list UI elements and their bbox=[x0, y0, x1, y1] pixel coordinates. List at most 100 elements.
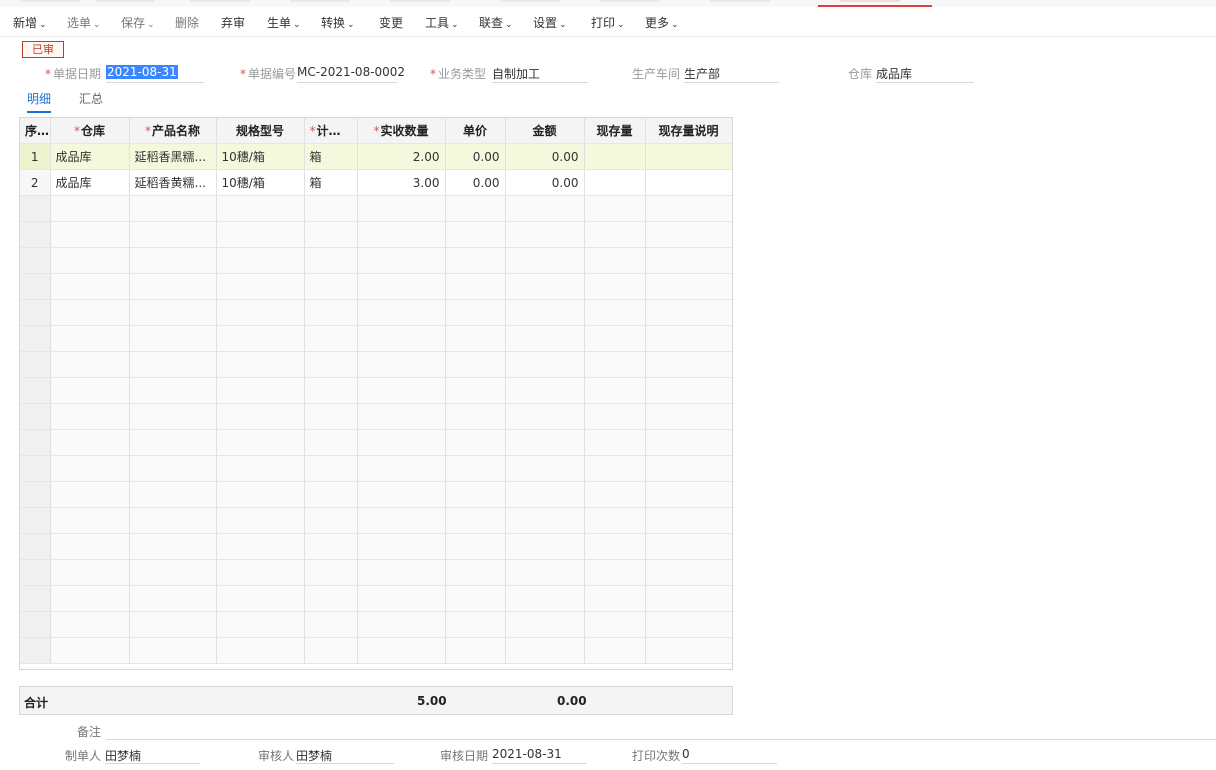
tab-ghost[interactable] bbox=[600, 0, 660, 2]
grid-cell-empty[interactable] bbox=[216, 429, 305, 456]
grid-cell-empty[interactable] bbox=[357, 507, 446, 534]
grid-cell-empty[interactable] bbox=[505, 585, 585, 612]
grid-cell-empty[interactable] bbox=[645, 325, 732, 352]
grid-cell-empty[interactable] bbox=[129, 507, 217, 534]
grid-cell-empty[interactable] bbox=[50, 507, 130, 534]
grid-cell-empty[interactable] bbox=[505, 455, 585, 482]
grid-cell-empty[interactable] bbox=[50, 403, 130, 430]
grid-cell-empty[interactable] bbox=[505, 637, 585, 664]
grid-cell-empty[interactable] bbox=[304, 559, 358, 586]
grid-cell-empty[interactable] bbox=[357, 377, 446, 404]
grid-cell-empty[interactable] bbox=[20, 273, 51, 300]
toolbar-button[interactable]: 选单 ⌄ bbox=[67, 14, 101, 31]
table-row[interactable]: 1 成品库 延稻香黑糯... 10穗/箱箱 2.00 0.00 0.00 bbox=[20, 143, 732, 170]
grid-cell-empty[interactable] bbox=[645, 455, 732, 482]
grid-cell-empty[interactable] bbox=[20, 299, 51, 326]
tab-ghost[interactable] bbox=[500, 0, 560, 2]
grid-cell-empty[interactable] bbox=[445, 195, 506, 222]
grid-cell-empty[interactable] bbox=[505, 429, 585, 456]
grid-cell-empty[interactable] bbox=[304, 377, 358, 404]
grid-cell-empty[interactable] bbox=[216, 221, 305, 248]
grid-cell-empty[interactable] bbox=[50, 533, 130, 560]
grid-cell-empty[interactable] bbox=[216, 403, 305, 430]
grid-cell-empty[interactable] bbox=[445, 377, 506, 404]
doc-no-field[interactable]: * 单据编号 MC-2021-08-0002 bbox=[236, 63, 405, 83]
grid-cell-empty[interactable] bbox=[357, 611, 446, 638]
doc-no-input[interactable]: MC-2021-08-0002 bbox=[297, 65, 405, 79]
grid-cell-empty[interactable] bbox=[357, 247, 446, 274]
grid-cell-empty[interactable] bbox=[20, 533, 51, 560]
grid-cell-empty[interactable] bbox=[505, 377, 585, 404]
grid-cell-empty[interactable] bbox=[645, 559, 732, 586]
grid-cell-empty[interactable] bbox=[129, 429, 217, 456]
empty-row[interactable] bbox=[20, 273, 732, 300]
grid-cell-empty[interactable] bbox=[129, 221, 217, 248]
column-header[interactable]: *仓库 bbox=[50, 118, 130, 144]
grid-cell-empty[interactable] bbox=[216, 637, 305, 664]
grid-cell-empty[interactable] bbox=[445, 221, 506, 248]
grid-cell-empty[interactable] bbox=[304, 429, 358, 456]
empty-row[interactable] bbox=[20, 377, 732, 404]
grid-cell-empty[interactable] bbox=[584, 273, 646, 300]
grid-cell-empty[interactable] bbox=[584, 247, 646, 274]
grid-cell-empty[interactable] bbox=[505, 299, 585, 326]
grid-cell-amount[interactable]: 0.00 bbox=[505, 143, 585, 170]
grid-cell-empty[interactable] bbox=[216, 533, 305, 560]
grid-cell-warehouse[interactable]: 成品库 bbox=[50, 169, 130, 196]
grid-cell-empty[interactable] bbox=[445, 325, 506, 352]
grid-cell-empty[interactable] bbox=[304, 533, 358, 560]
grid-cell-empty[interactable] bbox=[645, 533, 732, 560]
grid-cell-spec[interactable]: 10穗/箱 bbox=[216, 169, 305, 196]
grid-cell-unit[interactable]: 箱 bbox=[304, 143, 358, 170]
grid-cell-empty[interactable] bbox=[505, 325, 585, 352]
grid-cell-empty[interactable] bbox=[216, 611, 305, 638]
grid-cell-empty[interactable] bbox=[304, 351, 358, 378]
grid-cell-empty[interactable] bbox=[645, 273, 732, 300]
grid-cell-empty[interactable] bbox=[20, 611, 51, 638]
grid-cell-empty[interactable] bbox=[50, 429, 130, 456]
grid-cell-empty[interactable] bbox=[50, 585, 130, 612]
toolbar-button[interactable]: 新增 ⌄ bbox=[13, 14, 47, 31]
grid-cell-empty[interactable] bbox=[20, 507, 51, 534]
grid-cell-empty[interactable] bbox=[645, 481, 732, 508]
grid-cell-empty[interactable] bbox=[645, 585, 732, 612]
column-header[interactable]: 现存量说明 bbox=[645, 118, 732, 144]
grid-cell-price[interactable]: 0.00 bbox=[445, 143, 506, 170]
remark-field[interactable]: 备注 bbox=[0, 720, 1216, 740]
grid-cell-warehouse[interactable]: 成品库 bbox=[50, 143, 130, 170]
grid-cell-empty[interactable] bbox=[584, 377, 646, 404]
grid-cell-empty[interactable] bbox=[129, 533, 217, 560]
grid-cell-empty[interactable] bbox=[505, 507, 585, 534]
grid-cell-empty[interactable] bbox=[216, 585, 305, 612]
empty-row[interactable] bbox=[20, 351, 732, 378]
grid-cell-empty[interactable] bbox=[304, 585, 358, 612]
tab-ghost[interactable] bbox=[95, 0, 155, 2]
grid-cell-empty[interactable] bbox=[50, 611, 130, 638]
grid-cell-empty[interactable] bbox=[357, 273, 446, 300]
grid-cell-empty[interactable] bbox=[129, 351, 217, 378]
tab-ghost[interactable] bbox=[710, 0, 770, 2]
grid-cell-empty[interactable] bbox=[129, 559, 217, 586]
grid-cell-empty[interactable] bbox=[20, 585, 51, 612]
empty-row[interactable] bbox=[20, 559, 732, 586]
tab-ghost[interactable] bbox=[390, 0, 450, 2]
toolbar-button[interactable]: 工具 ⌄ bbox=[425, 14, 459, 31]
grid-cell-spec[interactable]: 10穗/箱 bbox=[216, 143, 305, 170]
grid-cell-empty[interactable] bbox=[129, 299, 217, 326]
grid-cell-empty[interactable] bbox=[20, 377, 51, 404]
grid-cell-empty[interactable] bbox=[357, 351, 446, 378]
toolbar-button[interactable]: 更多 ⌄ bbox=[645, 14, 679, 31]
toolbar-button[interactable]: 弃审 bbox=[221, 14, 245, 31]
empty-row[interactable] bbox=[20, 455, 732, 482]
grid-cell-empty[interactable] bbox=[20, 403, 51, 430]
grid-cell-empty[interactable] bbox=[357, 455, 446, 482]
grid-cell-empty[interactable] bbox=[445, 585, 506, 612]
grid-cell-empty[interactable] bbox=[505, 611, 585, 638]
grid-cell-empty[interactable] bbox=[505, 195, 585, 222]
empty-row[interactable] bbox=[20, 429, 732, 456]
grid-cell-empty[interactable] bbox=[357, 221, 446, 248]
grid-cell-empty[interactable] bbox=[505, 533, 585, 560]
grid-cell-empty[interactable] bbox=[216, 377, 305, 404]
grid-cell-empty[interactable] bbox=[50, 377, 130, 404]
grid-cell-empty[interactable] bbox=[445, 403, 506, 430]
